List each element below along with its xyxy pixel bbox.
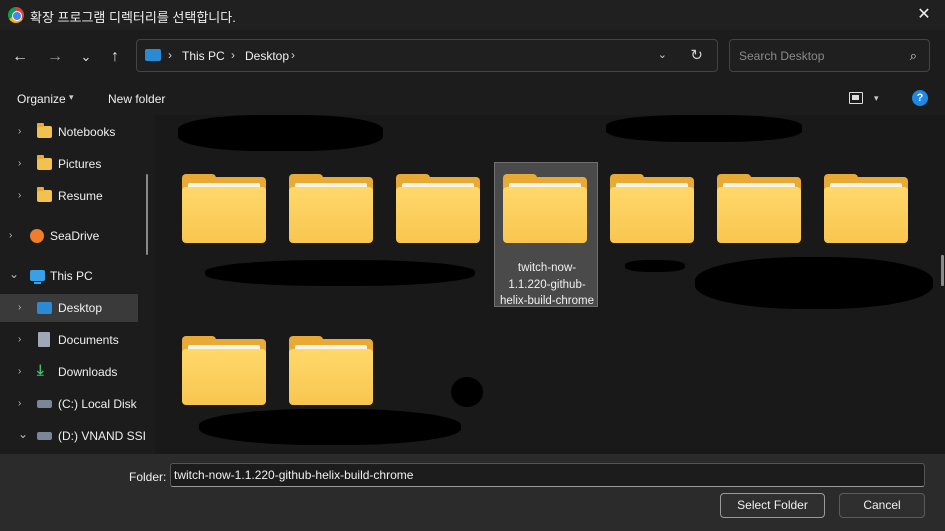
disk-icon xyxy=(37,432,52,440)
select-folder-button[interactable]: Select Folder xyxy=(720,493,825,518)
redaction-mark xyxy=(606,115,802,142)
collapse-chevron-icon[interactable]: ⌄ xyxy=(9,267,19,281)
organize-caret-icon[interactable]: ▾ xyxy=(69,92,74,103)
folder-name: twitch-now-1.1.220-github-helix-build-ch… xyxy=(500,262,594,307)
sidebar-item-label: Documents xyxy=(58,333,119,347)
folder-item[interactable] xyxy=(605,163,709,303)
close-icon[interactable]: ✕ xyxy=(913,4,935,24)
recent-locations-chevron-icon[interactable]: ⌄ xyxy=(75,46,97,68)
breadcrumb-this-pc[interactable]: This PC xyxy=(182,49,225,63)
search-icon[interactable]: ⌕ xyxy=(910,48,917,64)
folder-icon xyxy=(503,174,587,243)
redaction-mark xyxy=(199,409,461,445)
dialog-footer: Folder: twitch-now-1.1.220-github-helix-… xyxy=(0,454,945,531)
help-icon[interactable]: ? xyxy=(912,90,928,106)
this-pc-icon xyxy=(145,49,161,61)
sidebar-item-seadrive[interactable]: › SeaDrive xyxy=(0,222,138,250)
sidebar-item-label: (C:) Local Disk xyxy=(58,397,137,411)
redaction-mark xyxy=(205,260,475,286)
expand-chevron-icon[interactable]: › xyxy=(18,302,21,313)
folder-icon xyxy=(37,155,52,170)
sidebar-item-label: This PC xyxy=(50,269,93,283)
sidebar-item-label: (D:) VNAND SSI xyxy=(58,429,147,443)
sidebar-item-label: Desktop xyxy=(58,301,103,315)
folder-field-label: Folder: xyxy=(129,470,167,484)
breadcrumb-separator: › xyxy=(231,48,235,62)
expand-chevron-icon[interactable]: › xyxy=(18,190,21,201)
folder-icon xyxy=(289,174,373,243)
folder-item-selected[interactable]: twitch-now-1.1.220-github-helix-build-ch… xyxy=(494,162,598,307)
address-bar[interactable]: › This PC › Desktop › ⌄ ↻ xyxy=(136,39,718,72)
expand-chevron-icon[interactable]: › xyxy=(18,158,21,169)
sidebar-item-c-drive[interactable]: › (C:) Local Disk xyxy=(0,390,138,418)
disk-icon xyxy=(37,400,52,408)
folder-icon xyxy=(824,174,908,243)
desktop-icon xyxy=(37,302,52,314)
folder-icon xyxy=(610,174,694,243)
content-scrollbar[interactable] xyxy=(941,255,944,286)
cancel-button[interactable]: Cancel xyxy=(839,493,925,518)
folder-icon xyxy=(182,174,266,243)
folder-icon xyxy=(717,174,801,243)
expand-chevron-icon[interactable]: › xyxy=(18,366,21,377)
dialog-title: 확장 프로그램 디렉터리를 선택합니다. xyxy=(30,10,236,25)
folder-icon xyxy=(182,336,266,405)
sidebar-item-downloads[interactable]: › ⤓ Downloads xyxy=(0,358,138,386)
expand-chevron-icon[interactable]: › xyxy=(18,398,21,409)
sidebar-scrollbar[interactable] xyxy=(146,174,148,255)
redaction-mark xyxy=(695,257,933,309)
folder-field[interactable]: twitch-now-1.1.220-github-helix-build-ch… xyxy=(170,463,925,487)
back-arrow-icon[interactable]: ← xyxy=(9,46,31,68)
sidebar-item-desktop[interactable]: › Desktop xyxy=(0,294,138,322)
refresh-icon[interactable]: ↻ xyxy=(690,46,703,64)
expand-chevron-icon[interactable]: › xyxy=(18,334,21,345)
breadcrumb-separator: › xyxy=(168,48,172,62)
redaction-mark xyxy=(625,260,685,272)
redaction-mark xyxy=(451,377,483,407)
folder-icon xyxy=(37,123,52,138)
sidebar-item-documents[interactable]: › Documents xyxy=(0,326,138,354)
folder-icon xyxy=(396,174,480,243)
new-folder-button[interactable]: New folder xyxy=(108,92,165,106)
sidebar-item-d-drive[interactable]: ⌄ (D:) VNAND SSI xyxy=(0,422,155,450)
sidebar-item-label: Resume xyxy=(58,189,103,203)
downloads-icon: ⤓ xyxy=(37,362,44,379)
expand-chevron-icon[interactable]: › xyxy=(18,126,21,137)
redaction-mark xyxy=(178,115,383,151)
navigation-pane: › Notebooks › Pictures › Resume › SeaDri… xyxy=(0,115,155,454)
search-box[interactable]: Search Desktop ⌕ xyxy=(729,39,930,72)
forward-arrow-icon[interactable]: → xyxy=(44,46,66,68)
seadrive-icon xyxy=(30,229,44,243)
up-arrow-icon[interactable]: ↑ xyxy=(104,46,126,68)
search-input[interactable]: Search Desktop xyxy=(739,49,824,63)
documents-icon xyxy=(38,332,50,347)
organize-button[interactable]: Organize xyxy=(17,92,66,106)
sidebar-item-label: Downloads xyxy=(58,365,118,379)
view-mode-icon[interactable] xyxy=(849,92,863,104)
expand-chevron-icon[interactable]: › xyxy=(9,230,12,241)
sidebar-item-label: SeaDrive xyxy=(50,229,100,243)
sidebar-item-this-pc[interactable]: ⌄ This PC xyxy=(0,262,138,290)
breadcrumb-separator[interactable]: › xyxy=(291,48,295,62)
sidebar-item-label: Pictures xyxy=(58,157,102,171)
collapse-chevron-icon[interactable]: ⌄ xyxy=(18,427,28,441)
title-bar: 확장 프로그램 디렉터리를 선택합니다. ✕ xyxy=(0,0,945,30)
folder-icon xyxy=(37,187,52,202)
file-view: twitch-now-1.1.220-github-helix-build-ch… xyxy=(155,115,945,454)
sidebar-item-resume[interactable]: › Resume xyxy=(0,182,138,210)
view-options-caret-icon[interactable]: ▾ xyxy=(874,93,879,104)
command-bar: Organize ▾ New folder ▾ ? xyxy=(0,82,945,115)
pc-icon xyxy=(30,270,45,284)
navigation-bar: ← → ⌄ ↑ › This PC › Desktop › ⌄ ↻ Search… xyxy=(0,30,945,82)
sidebar-item-notebooks[interactable]: › Notebooks xyxy=(0,118,138,146)
folder-icon xyxy=(289,336,373,405)
sidebar-item-label: Notebooks xyxy=(58,125,116,139)
breadcrumb-desktop[interactable]: Desktop xyxy=(245,49,289,63)
sidebar-item-pictures[interactable]: › Pictures xyxy=(0,150,138,178)
chrome-icon xyxy=(8,7,24,23)
address-dropdown-icon[interactable]: ⌄ xyxy=(658,48,667,61)
